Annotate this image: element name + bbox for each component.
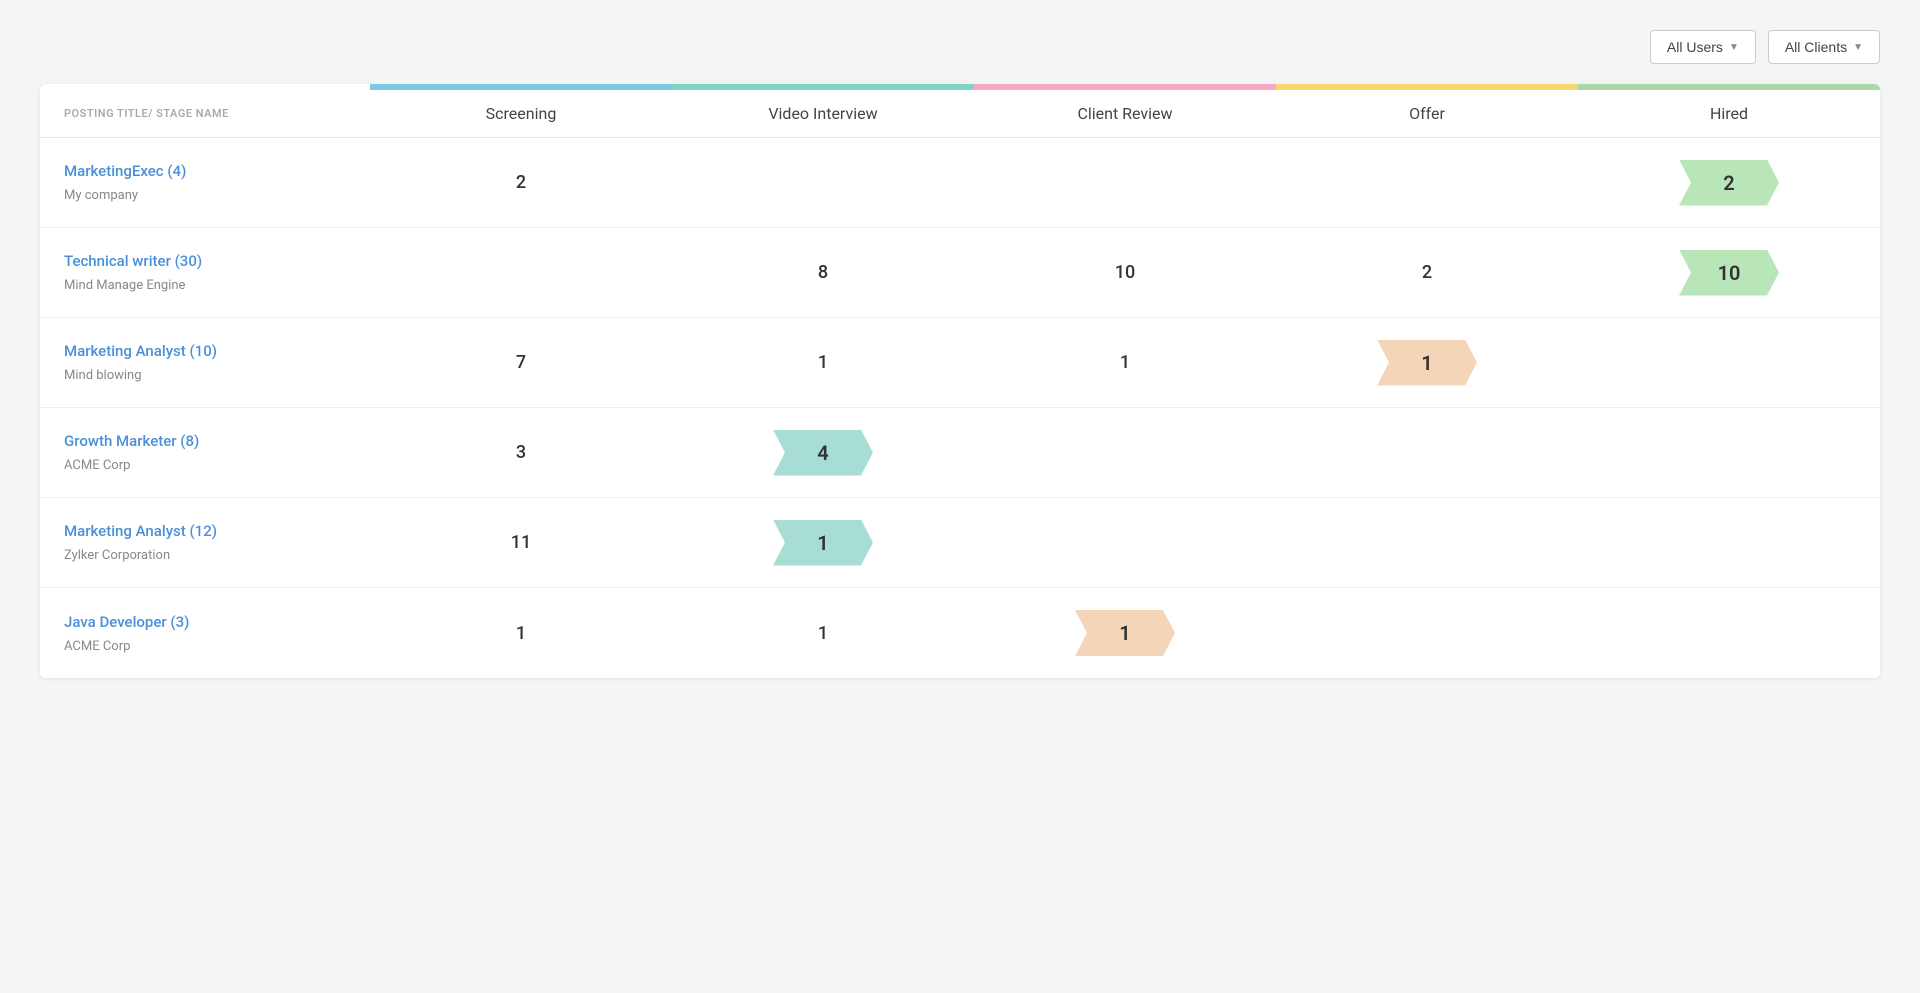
color-bar-hired <box>1578 84 1880 90</box>
table-row: Marketing Analyst (10) Mind blowing 7 1 1 1 <box>40 318 1880 408</box>
all-clients-dropdown[interactable]: All Clients ▼ <box>1768 30 1880 64</box>
job-title-link[interactable]: Technical writer (30) <box>64 252 346 270</box>
stage-cell-0[interactable]: 2 <box>370 172 672 193</box>
stage-cell-4[interactable]: 2 <box>1578 160 1880 206</box>
row-title-cell: Growth Marketer (8) ACME Corp <box>40 412 370 493</box>
job-company: Mind blowing <box>64 368 142 383</box>
stage-value: 2 <box>1422 262 1432 283</box>
stage-value: 8 <box>818 262 828 283</box>
color-bar <box>40 84 1880 90</box>
stage-cell-1[interactable]: 4 <box>672 430 974 476</box>
job-title-link[interactable]: MarketingExec (4) <box>64 162 346 180</box>
stage-value: 2 <box>516 172 526 193</box>
video-interview-header: Video Interview <box>672 104 974 123</box>
stage-cell-0[interactable]: 7 <box>370 352 672 373</box>
table-row: Technical writer (30) Mind Manage Engine 8… <box>40 228 1880 318</box>
page-wrapper: All Users ▼ All Clients ▼ POSTING TITLE/… <box>0 0 1920 708</box>
row-title-cell: Marketing Analyst (12) Zylker Corporation <box>40 502 370 583</box>
all-users-chevron-icon: ▼ <box>1729 42 1739 53</box>
color-bar-video-interview <box>672 84 974 90</box>
job-title-link[interactable]: Marketing Analyst (10) <box>64 342 346 360</box>
stage-cell-1[interactable]: 1 <box>672 520 974 566</box>
stage-cell-4[interactable]: 10 <box>1578 250 1880 296</box>
table-row: MarketingExec (4) My company 2 2 <box>40 138 1880 228</box>
stage-value: 3 <box>516 442 526 463</box>
all-clients-label: All Clients <box>1785 39 1847 55</box>
stage-cell-1[interactable]: 8 <box>672 262 974 283</box>
table-row: Marketing Analyst (12) Zylker Corporation… <box>40 498 1880 588</box>
stage-value: 1 <box>516 623 526 644</box>
stage-cell-2[interactable]: 1 <box>974 610 1276 656</box>
stage-value: 10 <box>1115 262 1135 283</box>
color-bar-client-review <box>974 84 1276 90</box>
job-title-link[interactable]: Java Developer (3) <box>64 613 346 631</box>
all-users-dropdown[interactable]: All Users ▼ <box>1650 30 1756 64</box>
job-title-link[interactable]: Growth Marketer (8) <box>64 432 346 450</box>
arrow-badge-peach[interactable]: 1 <box>1075 610 1175 656</box>
client-review-header: Client Review <box>974 104 1276 123</box>
offer-header: Offer <box>1276 104 1578 123</box>
stage-cell-1[interactable]: 1 <box>672 623 974 644</box>
stage-value: 11 <box>511 532 531 553</box>
table-header: POSTING TITLE/ STAGE NAME Screening Vide… <box>40 90 1880 138</box>
top-bar: All Users ▼ All Clients ▼ <box>40 30 1880 64</box>
job-company: ACME Corp <box>64 639 130 654</box>
color-bar-screening <box>370 84 672 90</box>
job-title-link[interactable]: Marketing Analyst (12) <box>64 522 346 540</box>
stage-cell-1[interactable]: 1 <box>672 352 974 373</box>
stage-value: 1 <box>818 352 828 373</box>
stage-cell-0[interactable]: 1 <box>370 623 672 644</box>
job-company: Zylker Corporation <box>64 548 170 563</box>
job-company: ACME Corp <box>64 458 130 473</box>
all-clients-chevron-icon: ▼ <box>1853 42 1863 53</box>
all-users-label: All Users <box>1667 39 1723 55</box>
row-title-cell: Marketing Analyst (10) Mind blowing <box>40 322 370 403</box>
color-bar-empty <box>40 84 370 90</box>
arrow-badge-teal[interactable]: 4 <box>773 430 873 476</box>
screening-header: Screening <box>370 104 672 123</box>
arrow-badge-teal[interactable]: 1 <box>773 520 873 566</box>
stage-cell-2[interactable]: 1 <box>974 352 1276 373</box>
posting-title-header: POSTING TITLE/ STAGE NAME <box>40 104 370 123</box>
arrow-badge-peach[interactable]: 1 <box>1377 340 1477 386</box>
stage-value: 7 <box>516 352 526 373</box>
pipeline-table: POSTING TITLE/ STAGE NAME Screening Vide… <box>40 84 1880 678</box>
stage-cell-0[interactable]: 11 <box>370 532 672 553</box>
job-company: My company <box>64 188 138 203</box>
row-title-cell: Technical writer (30) Mind Manage Engine <box>40 232 370 313</box>
stage-cell-0[interactable]: 3 <box>370 442 672 463</box>
stage-cell-3[interactable]: 2 <box>1276 262 1578 283</box>
stage-value: 1 <box>1120 352 1130 373</box>
job-company: Mind Manage Engine <box>64 278 185 293</box>
row-title-cell: Java Developer (3) ACME Corp <box>40 593 370 674</box>
color-bar-offer <box>1276 84 1578 90</box>
stage-cell-2[interactable]: 10 <box>974 262 1276 283</box>
table-body: MarketingExec (4)My company22Technical w… <box>40 138 1880 678</box>
row-title-cell: MarketingExec (4) My company <box>40 142 370 223</box>
stage-cell-3[interactable]: 1 <box>1276 340 1578 386</box>
hired-header: Hired <box>1578 104 1880 123</box>
table-row: Growth Marketer (8) ACME Corp 3 4 <box>40 408 1880 498</box>
stage-value: 1 <box>818 623 828 644</box>
arrow-badge-green[interactable]: 10 <box>1679 250 1779 296</box>
table-row: Java Developer (3) ACME Corp 1 1 1 <box>40 588 1880 678</box>
arrow-badge-green[interactable]: 2 <box>1679 160 1779 206</box>
